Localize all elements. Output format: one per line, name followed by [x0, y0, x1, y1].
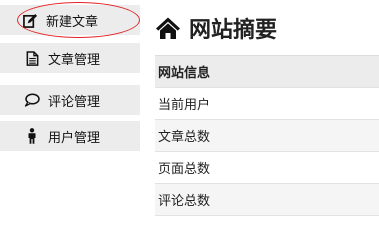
table-row-post-count: 文章总数	[155, 119, 379, 151]
sidebar-item-label: 新建文章	[46, 14, 99, 30]
home-icon	[155, 16, 181, 40]
comment-icon	[23, 93, 41, 107]
table-row-current-user: 当前用户	[155, 87, 379, 119]
table-row-comment-count: 评论总数	[155, 183, 379, 215]
sidebar: 新建文章 文章管理 评论管理 用户管理	[0, 0, 142, 226]
sidebar-item-label: 用户管理	[48, 130, 101, 146]
page-title-text: 网站摘要	[189, 18, 278, 43]
sidebar-item-users[interactable]: 用户管理	[0, 121, 140, 151]
edit-icon	[21, 13, 39, 28]
table-header: 网站信息	[155, 55, 379, 87]
table-row-page-count: 页面总数	[155, 151, 379, 183]
document-icon	[23, 50, 41, 66]
sidebar-item-new-post[interactable]: 新建文章	[0, 5, 140, 35]
sidebar-item-posts[interactable]: 文章管理	[0, 43, 140, 73]
sidebar-item-label: 文章管理	[48, 52, 101, 68]
main-content: 网站摘要 网站信息 当前用户 文章总数 页面总数 评论总数	[155, 0, 379, 226]
site-info-table: 网站信息 当前用户 文章总数 页面总数 评论总数	[155, 55, 379, 235]
app-root: 新建文章 文章管理 评论管理 用户管理 网站摘要 网站信息 当前用户 文章总数 …	[0, 0, 379, 226]
sidebar-item-comments[interactable]: 评论管理	[0, 85, 140, 115]
sidebar-item-label: 评论管理	[48, 94, 101, 110]
page-title: 网站摘要	[155, 11, 277, 45]
table-row	[155, 215, 379, 235]
user-icon	[23, 128, 41, 144]
